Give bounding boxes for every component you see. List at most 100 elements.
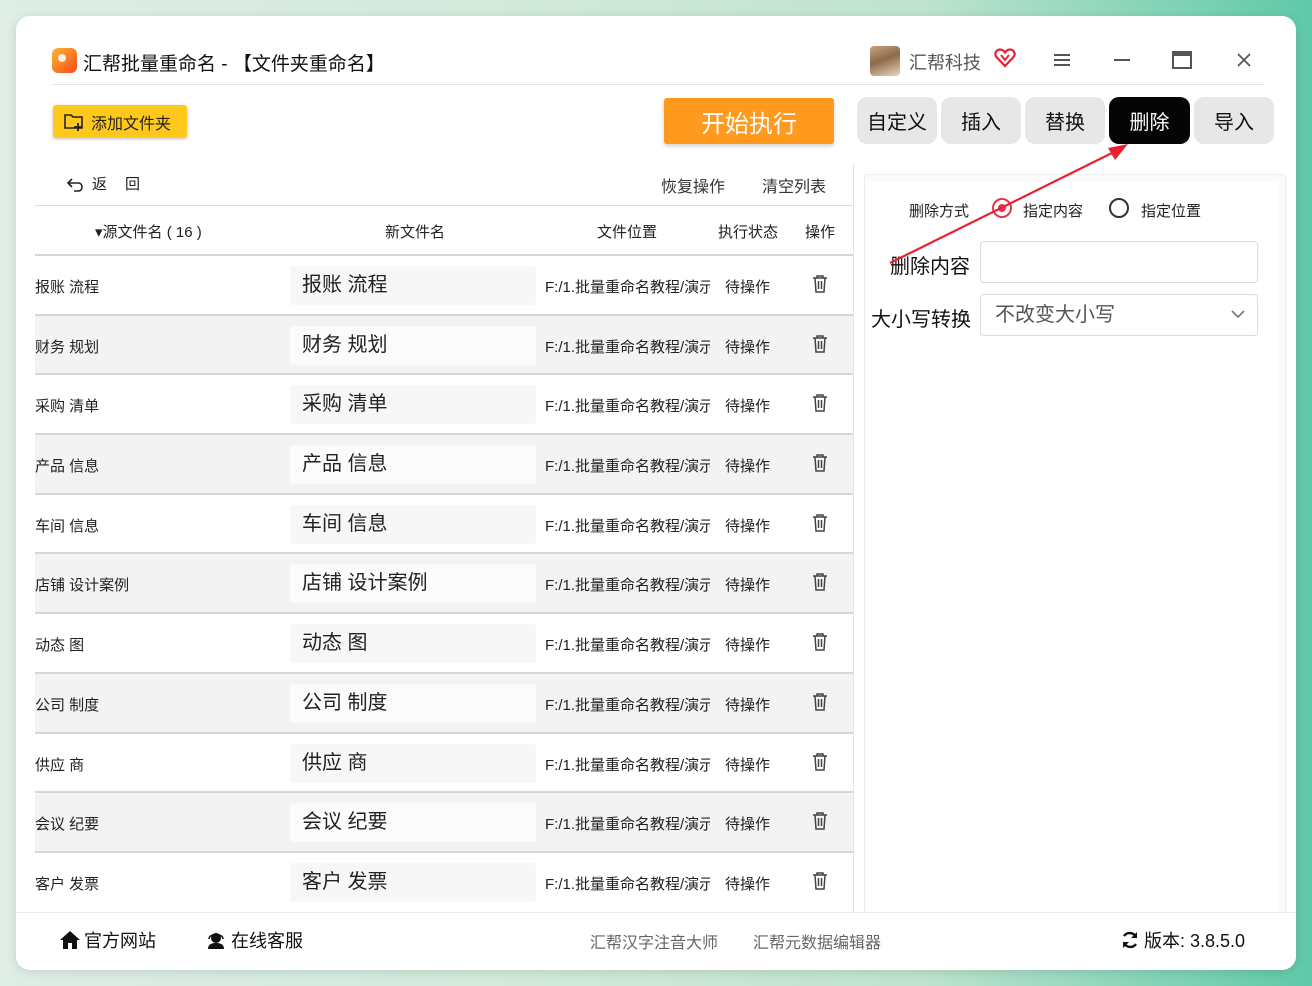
- add-folder-button[interactable]: 添加文件夹: [53, 105, 187, 138]
- trash-icon[interactable]: [810, 691, 830, 713]
- delete-content-input[interactable]: [980, 241, 1258, 283]
- table-row[interactable]: 车间 信息 车间 信息 F:/1.批量重命名教程/演示 待操作: [35, 492, 853, 553]
- trash-icon[interactable]: [810, 392, 830, 414]
- version-info[interactable]: 版本: 3.8.5.0: [1120, 927, 1245, 953]
- exec-status: 待操作: [725, 816, 771, 834]
- radio-specified-position-label[interactable]: 指定位置: [1141, 200, 1201, 221]
- tab-import[interactable]: 导入: [1194, 97, 1274, 144]
- header-source[interactable]: ▾源文件名 ( 16 ): [95, 221, 202, 242]
- clear-list-button[interactable]: 清空列表: [762, 173, 826, 197]
- trash-icon[interactable]: [810, 273, 830, 295]
- source-name: 会议 纪要: [35, 816, 100, 834]
- file-location: F:/1.批量重命名教程/演示: [545, 279, 710, 296]
- metadata-editor-link[interactable]: 汇帮元数据编辑器: [753, 929, 881, 953]
- header-new-name: 新文件名: [385, 224, 446, 241]
- table-row[interactable]: 店铺 设计案例 店铺 设计案例 F:/1.批量重命名教程/演示 待操作: [35, 552, 853, 613]
- table-row[interactable]: 公司 制度 公司 制度 F:/1.批量重命名教程/演示 待操作: [35, 671, 853, 732]
- website-label: 官方网站: [84, 931, 156, 951]
- file-location: F:/1.批量重命名教程/演示: [545, 338, 710, 356]
- minimize-icon[interactable]: [1108, 46, 1136, 74]
- company-name[interactable]: 汇帮科技: [909, 49, 981, 75]
- new-name: 动态 图: [290, 624, 536, 664]
- avatar[interactable]: [870, 46, 900, 76]
- file-location: F:/1.批量重命名教程/演示: [545, 696, 710, 714]
- vip-heart-icon[interactable]: [994, 47, 1016, 69]
- table-row[interactable]: 报账 流程 报账 流程 F:/1.批量重命名教程/演示 待操作: [35, 254, 853, 314]
- new-name: 财务 规划: [290, 325, 536, 365]
- add-folder-icon: [64, 113, 83, 131]
- source-name: 店铺 设计案例: [35, 577, 130, 595]
- file-location: F:/1.批量重命名教程/演示: [545, 577, 710, 595]
- app-logo-icon: [52, 48, 77, 73]
- new-name: 报账 流程: [290, 266, 536, 305]
- trash-icon[interactable]: [810, 512, 830, 534]
- table-row[interactable]: 采购 清单 采购 清单 F:/1.批量重命名教程/演示 待操作: [35, 373, 853, 433]
- radio-specified-content[interactable]: [992, 198, 1012, 218]
- trash-icon[interactable]: [810, 571, 830, 593]
- file-location: F:/1.批量重命名教程/演示: [545, 875, 710, 893]
- radio-specified-position[interactable]: [1109, 198, 1129, 218]
- start-button[interactable]: 开始执行: [664, 98, 834, 144]
- app-window: 汇帮批量重命名 - 【文件夹重命名】 汇帮科技 添加文件夹 开始执行 自定义 插…: [16, 16, 1296, 970]
- pinyin-master-link[interactable]: 汇帮汉字注音大师: [590, 929, 718, 953]
- table-row[interactable]: 财务 规划 财务 规划 F:/1.批量重命名教程/演示 待操作: [35, 313, 853, 374]
- new-name: 采购 清单: [290, 385, 536, 425]
- new-name: 产品 信息: [290, 445, 536, 485]
- add-folder-label: 添加文件夹: [91, 115, 172, 133]
- trash-icon[interactable]: [810, 751, 830, 773]
- undo-label: 返回: [92, 176, 159, 193]
- file-location: F:/1.批量重命名教程/演示: [545, 458, 710, 476]
- trash-icon[interactable]: [810, 631, 830, 653]
- file-list: 报账 流程 报账 流程 F:/1.批量重命名教程/演示 待操作 财务 规划 财务…: [35, 254, 853, 912]
- support-link[interactable]: 在线客服: [205, 927, 303, 953]
- website-link[interactable]: 官方网站: [59, 927, 156, 953]
- close-icon[interactable]: [1230, 46, 1258, 74]
- tab-insert[interactable]: 插入: [941, 97, 1021, 144]
- file-location: F:/1.批量重命名教程/演示: [545, 756, 710, 774]
- exec-status: 待操作: [725, 517, 771, 535]
- source-name: 车间 信息: [35, 517, 100, 535]
- tab-custom[interactable]: 自定义: [857, 97, 937, 144]
- radio-specified-content-label[interactable]: 指定内容: [1023, 200, 1083, 221]
- title-divider: [52, 84, 1264, 85]
- case-convert-value: 不改变大小写: [995, 304, 1115, 326]
- source-name: 产品 信息: [35, 458, 100, 476]
- table-row[interactable]: 产品 信息 产品 信息 F:/1.批量重命名教程/演示 待操作: [35, 433, 853, 493]
- tab-replace[interactable]: 替换: [1025, 97, 1105, 144]
- headset-icon: [208, 933, 224, 949]
- file-location: F:/1.批量重命名教程/演示: [545, 637, 710, 655]
- refresh-icon: [1122, 931, 1138, 949]
- new-name: 供应 商: [290, 743, 536, 783]
- source-name: 财务 规划: [35, 338, 100, 356]
- new-name: 公司 制度: [290, 683, 536, 723]
- header-location: 文件位置: [597, 224, 658, 241]
- restore-button[interactable]: 恢复操作: [661, 173, 725, 197]
- source-name: 供应 商: [35, 756, 85, 774]
- maximize-icon[interactable]: [1168, 46, 1196, 74]
- trash-icon[interactable]: [810, 810, 830, 832]
- exec-status: 待操作: [725, 875, 771, 893]
- header-status: 执行状态: [718, 224, 779, 241]
- trash-icon[interactable]: [810, 333, 830, 355]
- header-action: 操作: [805, 224, 836, 241]
- table-row[interactable]: 客户 发票 客户 发票 F:/1.批量重命名教程/演示 待操作: [35, 850, 853, 911]
- source-name: 公司 制度: [35, 696, 100, 714]
- delete-content-label: 删除内容: [890, 256, 970, 278]
- undo-button[interactable]: 返回: [66, 173, 158, 194]
- table-row[interactable]: 动态 图 动态 图 F:/1.批量重命名教程/演示 待操作: [35, 612, 853, 672]
- menu-icon[interactable]: [1048, 46, 1076, 74]
- trash-icon[interactable]: [810, 870, 830, 892]
- undo-icon: [66, 177, 83, 192]
- case-convert-select[interactable]: 不改变大小写: [980, 294, 1258, 336]
- file-location: F:/1.批量重命名教程/演示: [545, 398, 710, 416]
- version-label: 版本: 3.8.5.0: [1144, 931, 1246, 951]
- source-name: 动态 图: [35, 637, 85, 655]
- trash-icon[interactable]: [810, 452, 830, 474]
- table-row[interactable]: 会议 纪要 会议 纪要 F:/1.批量重命名教程/演示 待操作: [35, 791, 853, 851]
- table-row[interactable]: 供应 商 供应 商 F:/1.批量重命名教程/演示 待操作: [35, 731, 853, 792]
- source-name: 报账 流程: [35, 279, 100, 296]
- support-label: 在线客服: [231, 931, 303, 951]
- tab-delete[interactable]: 删除: [1109, 97, 1190, 144]
- file-location: F:/1.批量重命名教程/演示: [545, 517, 710, 535]
- exec-status: 待操作: [725, 696, 771, 714]
